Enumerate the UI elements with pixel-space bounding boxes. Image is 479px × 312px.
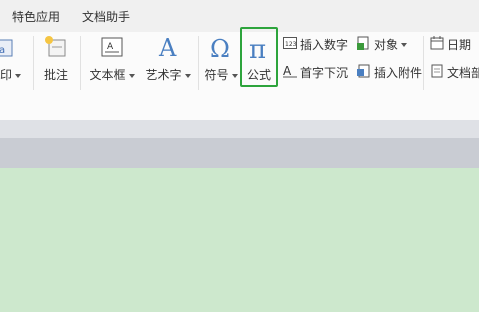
svg-text:123: 123 [285,41,297,48]
wordart-label: 艺术字 [145,68,182,82]
insert-number-button[interactable]: 123 插入数字 [283,36,348,54]
omega-icon: Ω [202,34,240,63]
chevron-down-icon [231,73,238,78]
drop-cap-button[interactable]: A 首字下沉 [283,64,348,82]
document-parts-button[interactable]: 文档部 [430,64,479,82]
textbox-label: 文本框 [89,68,126,82]
symbol-label: 符号 [204,68,229,82]
date-button[interactable]: 日期 [430,36,471,54]
chevron-down-icon [15,73,22,78]
formula-highlight [240,27,278,87]
print-icon: a [0,34,24,60]
attachment-icon [357,64,371,81]
chevron-down-icon [184,73,191,78]
svg-text:a: a [0,45,5,56]
print-label: 印 [0,68,13,82]
object-label: 对象 [374,38,399,52]
chevron-down-icon [401,42,408,47]
menu-doc-assistant[interactable]: 文档助手 [82,8,130,25]
comment-label: 批注 [43,68,68,82]
number-icon: 123 [283,37,297,52]
divider [198,36,199,90]
object-icon [357,36,371,53]
divider [423,36,424,90]
document-icon [430,64,444,81]
toolbar-shadow [0,138,479,168]
wordart-icon: A [142,34,194,62]
svg-text:A: A [158,34,177,60]
object-button[interactable]: 对象 [357,36,408,54]
date-label: 日期 [447,38,472,52]
drop-cap-icon: A [283,64,297,81]
comment-icon [40,34,72,60]
drop-cap-label: 首字下沉 [300,66,349,80]
insert-attachment-button[interactable]: 插入附件 [357,64,422,82]
calendar-icon [430,36,444,53]
svg-text:A: A [283,64,292,78]
svg-text:A: A [107,42,114,52]
svg-text:Ω: Ω [210,35,230,60]
chevron-down-icon [128,73,135,78]
textbox-icon: A [86,34,138,60]
document-canvas[interactable] [0,168,479,312]
document-parts-label: 文档部 [447,66,479,80]
divider [33,36,34,90]
divider [80,36,81,90]
insert-attachment-label: 插入附件 [374,66,423,80]
insert-number-label: 插入数字 [300,38,349,52]
menu-special-apps[interactable]: 特色应用 [12,8,60,25]
